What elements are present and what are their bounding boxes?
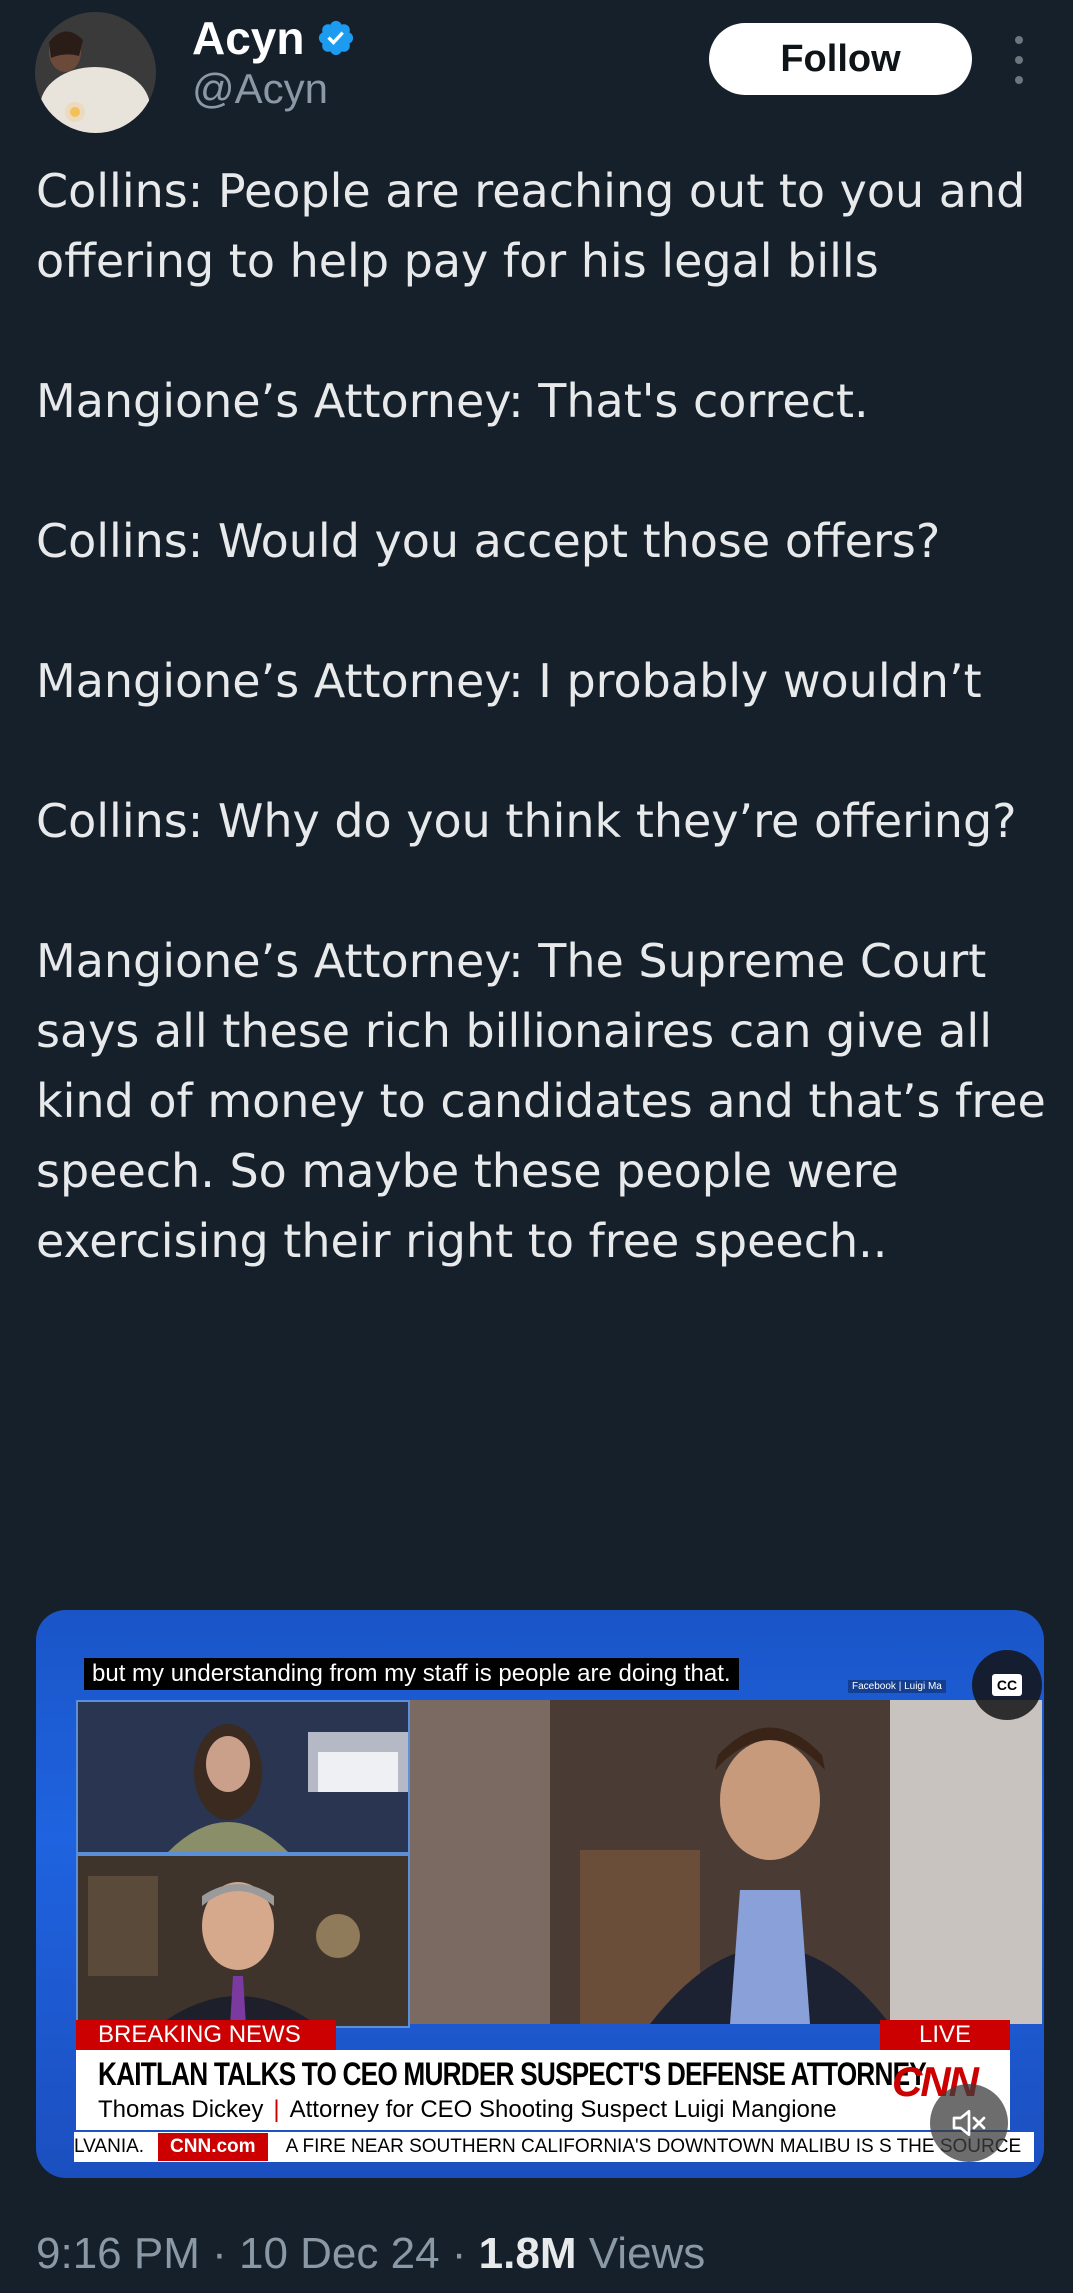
author-handle[interactable]: @Acyn — [192, 65, 328, 112]
more-dot — [1015, 36, 1023, 44]
anchor-image — [78, 1702, 408, 1852]
meta-separator: · — [199, 2229, 239, 2278]
news-headline: KAITLAN TALKS TO CEO MURDER SUSPECT'S DE… — [98, 2056, 927, 2092]
tweet-text: Collins: People are reaching out to you … — [36, 156, 1046, 1276]
suspect-image — [410, 1700, 1042, 2024]
ticker-brand: CNN.com — [158, 2133, 268, 2161]
closed-captions-button[interactable]: CC — [972, 1650, 1042, 1720]
tweet-date[interactable]: 10 Dec 24 — [239, 2229, 440, 2278]
lower-third: KAITLAN TALKS TO CEO MURDER SUSPECT'S DE… — [76, 2050, 1010, 2130]
tweet-paragraph: Mangione’s Attorney: I probably wouldn’t — [36, 654, 982, 708]
cc-icon: CC — [992, 1674, 1022, 1696]
verified-badge-icon — [319, 20, 354, 56]
guest-name: Thomas Dickey — [98, 2096, 264, 2123]
views-count: 1.8M — [478, 2229, 577, 2278]
meta-separator: · — [439, 2229, 479, 2278]
video-suspect-photo — [410, 1700, 1042, 2024]
breaking-news-banner: BREAKING NEWS — [76, 2020, 336, 2050]
more-dot — [1015, 76, 1023, 84]
ticker-left-text: LVANIA. — [74, 2136, 145, 2157]
live-badge: LIVE — [880, 2020, 1010, 2050]
separator: | — [273, 2096, 280, 2123]
ticker-text: A FIRE NEAR SOUTHERN CALIFORNIA'S DOWNTO… — [285, 2136, 1022, 2157]
views-label: Views — [588, 2229, 706, 2278]
mute-button[interactable] — [930, 2084, 1008, 2162]
guest-image — [78, 1856, 408, 2026]
video-anchor-panel — [76, 1700, 410, 1854]
guest-title: Attorney for CEO Shooting Suspect Luigi … — [289, 2096, 837, 2123]
avatar[interactable] — [35, 12, 156, 133]
video-caption: but my understanding from my staff is pe… — [84, 1658, 739, 1691]
avatar-image — [35, 12, 156, 133]
tweet-meta: 9:16 PM · 10 Dec 24 · 1.8M Views — [36, 2232, 705, 2276]
follow-button[interactable]: Follow — [709, 23, 972, 95]
tweet-time[interactable]: 9:16 PM — [36, 2229, 200, 2278]
author-display-name[interactable]: Acyn — [192, 15, 304, 61]
tweet-paragraph: Mangione’s Attorney: The Supreme Court s… — [36, 934, 1061, 1268]
tweet-paragraph: Collins: Would you accept those offers? — [36, 514, 941, 568]
guest-info: Thomas Dickey | Attorney for CEO Shooting … — [98, 2096, 837, 2124]
author-name-row: Acyn — [192, 10, 356, 66]
speaker-muted-icon — [952, 2110, 986, 2136]
tweet-paragraph: Collins: Why do you think they’re offeri… — [36, 794, 1017, 848]
video-guest-panel — [76, 1854, 410, 2028]
tweet-paragraph: Collins: People are reaching out to you … — [36, 164, 1040, 288]
tweet-paragraph: Mangione’s Attorney: That's correct. — [36, 374, 869, 428]
news-ticker: LVANIA. CNN.com A FIRE NEAR SOUTHERN CAL… — [74, 2132, 1034, 2162]
more-dot — [1015, 56, 1023, 64]
more-vertical-icon[interactable] — [1004, 36, 1034, 84]
video-player[interactable]: but my understanding from my staff is pe… — [36, 1610, 1044, 2178]
photo-credit: Facebook | Luigi Ma — [848, 1680, 946, 1693]
tweet-page: Acyn @Acyn Follow Collins: People are re… — [0, 0, 1073, 2293]
